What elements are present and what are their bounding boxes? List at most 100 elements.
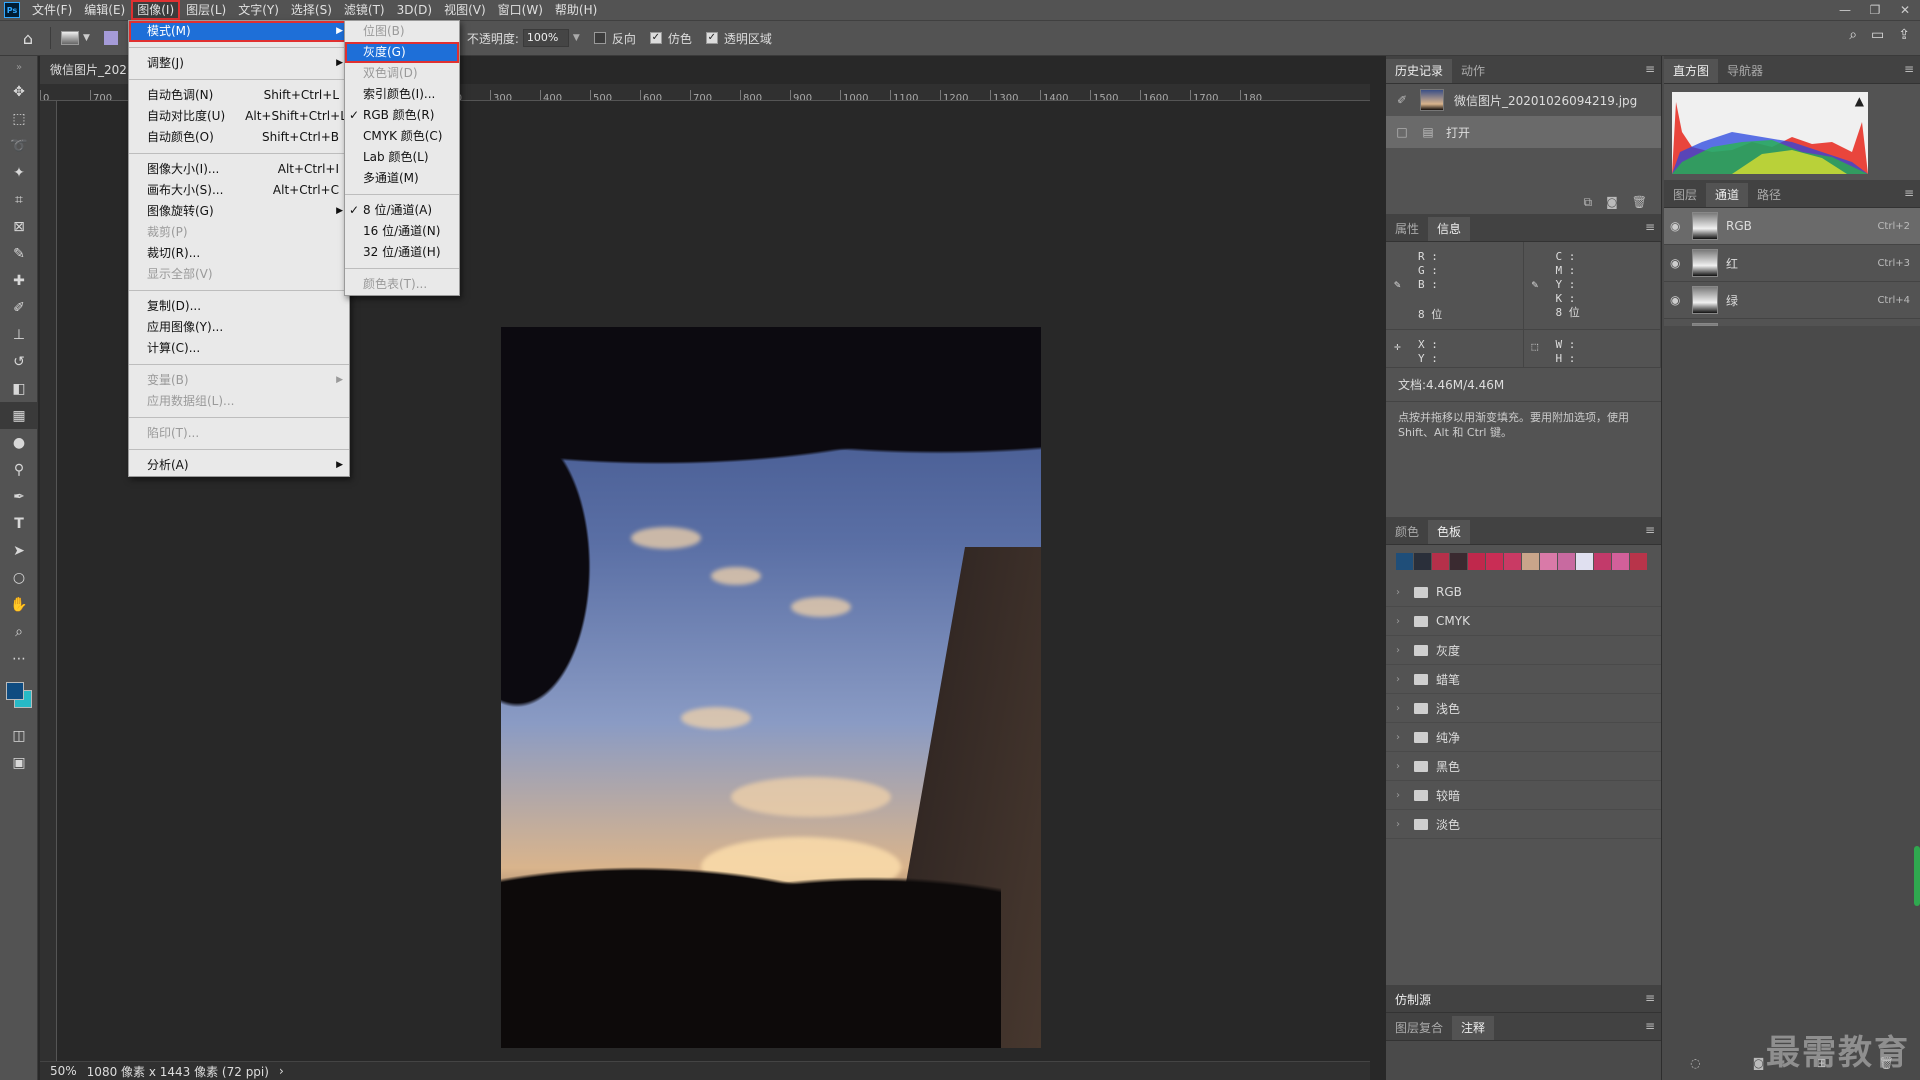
chevron-right-icon[interactable]: › — [279, 1064, 284, 1078]
menu-10[interactable]: 帮助(H) — [549, 0, 603, 20]
mode-menu-item[interactable]: 32 位/通道(H) — [345, 242, 459, 263]
tab-color[interactable]: 颜色 — [1386, 520, 1428, 544]
screen-mode-icon[interactable]: ▣ — [0, 749, 38, 776]
chevron-right-icon[interactable]: › — [1396, 703, 1406, 714]
share-icon[interactable]: ⇪ — [1898, 27, 1910, 43]
zoom-tool-icon[interactable]: ⌕ — [0, 618, 38, 645]
gradient-tool-icon[interactable]: ▦ — [0, 402, 38, 429]
eye-icon[interactable]: ◉ — [1670, 293, 1684, 307]
panel-menu-icon[interactable]: ≡ — [1645, 991, 1655, 1005]
panel-menu-icon[interactable]: ≡ — [1645, 1019, 1655, 1033]
swatch-group[interactable]: › 浅色 — [1386, 694, 1661, 723]
workspace-icon[interactable]: ▭ — [1871, 27, 1884, 43]
tab-swatches[interactable]: 色板 — [1428, 520, 1471, 544]
mode-menu-item[interactable]: ✓ RGB 颜色(R) — [345, 105, 459, 126]
collapse-icon[interactable]: » — [0, 56, 38, 78]
color-swatch[interactable] — [1432, 553, 1449, 570]
menu-4[interactable]: 文字(Y) — [232, 0, 285, 20]
chevron-right-icon[interactable]: › — [1396, 616, 1406, 627]
chevron-right-icon[interactable]: › — [1396, 732, 1406, 743]
trash-icon[interactable]: 🗑 — [1632, 195, 1647, 209]
minimize-icon[interactable]: — — [1830, 0, 1860, 20]
mode-menu-item[interactable]: CMYK 颜色(C) — [345, 126, 459, 147]
opacity-dropdown-icon[interactable]: ▼ — [573, 33, 580, 43]
image-menu-item[interactable]: 图像旋转(G) ▶ — [129, 201, 349, 222]
menu-8[interactable]: 视图(V) — [438, 0, 492, 20]
dither-checkbox[interactable]: ✓ 仿色 — [649, 30, 692, 47]
panel-menu-icon[interactable]: ≡ — [1904, 62, 1914, 76]
channel-row[interactable]: ◉ RGB Ctrl+2 — [1664, 208, 1920, 245]
image-menu-item[interactable]: 分析(A) ▶ — [129, 455, 349, 476]
foreground-color-swatch[interactable] — [6, 682, 24, 700]
more-tools-icon[interactable]: ⋯ — [0, 645, 38, 672]
zoom-level[interactable]: 50% — [50, 1064, 77, 1078]
pen-tool-icon[interactable]: ✒ — [0, 483, 38, 510]
image-menu-item[interactable]: 图像大小(I)... Alt+Ctrl+I — [129, 159, 349, 180]
mode-menu-item[interactable]: Lab 颜色(L) — [345, 147, 459, 168]
color-swatch[interactable] — [1486, 553, 1503, 570]
camera-icon[interactable]: ◙ — [1606, 195, 1618, 209]
eye-icon[interactable]: ◉ — [1670, 219, 1684, 233]
chevron-down-icon[interactable]: ▼ — [83, 33, 90, 43]
swatch-group[interactable]: › CMYK — [1386, 607, 1661, 636]
menu-0[interactable]: 文件(F) — [26, 0, 78, 20]
image-menu-item[interactable]: 自动色调(N) Shift+Ctrl+L — [129, 85, 349, 106]
image-menu-item[interactable]: 画布大小(S)... Alt+Ctrl+C — [129, 180, 349, 201]
menu-7[interactable]: 3D(D) — [391, 0, 438, 20]
tab-properties[interactable]: 属性 — [1386, 217, 1428, 241]
swatch-group[interactable]: › 灰度 — [1386, 636, 1661, 665]
image-menu-item[interactable]: 自动颜色(O) Shift+Ctrl+B — [129, 127, 349, 148]
brush-tool-icon[interactable]: ✐ — [0, 294, 38, 321]
tab-layers[interactable]: 图层 — [1664, 183, 1706, 207]
history-source-icon[interactable]: □ — [1394, 124, 1410, 140]
mode-menu-item[interactable]: 索引颜色(I)... — [345, 84, 459, 105]
image-menu-item[interactable]: 自动对比度(U) Alt+Shift+Ctrl+L — [129, 106, 349, 127]
tab-info[interactable]: 信息 — [1428, 217, 1471, 241]
tab-clone-source[interactable]: 仿制源 — [1386, 988, 1441, 1012]
swatch-group[interactable]: › RGB — [1386, 578, 1661, 607]
menu-6[interactable]: 滤镜(T) — [338, 0, 391, 20]
move-tool-icon[interactable]: ✥ — [0, 78, 38, 105]
type-tool-icon[interactable]: T — [0, 510, 38, 537]
channel-row[interactable]: ◉ 绿 Ctrl+4 — [1664, 282, 1920, 319]
tab-notes[interactable]: 注释 — [1452, 1016, 1495, 1040]
chevron-right-icon[interactable]: › — [1396, 674, 1406, 685]
new-document-icon[interactable]: ⧉ — [1584, 195, 1593, 210]
history-brush-tool-icon[interactable]: ↺ — [0, 348, 38, 375]
color-swatch[interactable] — [1414, 553, 1431, 570]
chevron-right-icon[interactable]: › — [1396, 587, 1406, 598]
menu-2[interactable]: 图像(I) — [131, 0, 181, 20]
color-swatch[interactable] — [1630, 553, 1647, 570]
color-swatch[interactable] — [1450, 553, 1467, 570]
color-swatch[interactable] — [1612, 553, 1629, 570]
tab-histogram[interactable]: 直方图 — [1664, 59, 1719, 83]
dodge-tool-icon[interactable]: ⚲ — [0, 456, 38, 483]
tab-paths[interactable]: 路径 — [1748, 183, 1790, 207]
eyedropper-tool-icon[interactable]: ✎ — [0, 240, 38, 267]
hand-tool-icon[interactable]: ✋ — [0, 591, 38, 618]
mode-menu-item[interactable]: 灰度(G) — [345, 42, 459, 63]
image-menu-item[interactable]: 模式(M) ▶ — [129, 21, 349, 42]
scrollbar-thumb[interactable] — [1914, 846, 1920, 906]
quick-mask-icon[interactable]: ◫ — [0, 722, 38, 749]
gradient-swatch[interactable] — [103, 31, 118, 45]
close-icon[interactable]: ✕ — [1890, 0, 1920, 20]
color-swatch[interactable] — [1540, 553, 1557, 570]
reverse-checkbox[interactable]: 反向 — [593, 30, 636, 47]
save-selection-icon[interactable]: ◙ — [1753, 1056, 1765, 1080]
chevron-right-icon[interactable]: › — [1396, 819, 1406, 830]
mode-menu-item[interactable]: ✓ 8 位/通道(A) — [345, 200, 459, 221]
clone-stamp-tool-icon[interactable]: ⊥ — [0, 321, 38, 348]
image-menu-item[interactable]: 裁切(R)... — [129, 243, 349, 264]
menu-5[interactable]: 选择(S) — [285, 0, 338, 20]
eye-icon[interactable]: ◉ — [1670, 256, 1684, 270]
menu-3[interactable]: 图层(L) — [180, 0, 232, 20]
history-state[interactable]: □ ▤ 打开 — [1386, 116, 1661, 148]
eraser-tool-icon[interactable]: ◧ — [0, 375, 38, 402]
image-menu-item[interactable]: 计算(C)... — [129, 338, 349, 359]
lasso-tool-icon[interactable]: ➰ — [0, 132, 38, 159]
chevron-right-icon[interactable]: › — [1396, 790, 1406, 801]
menu-9[interactable]: 窗口(W) — [492, 0, 549, 20]
home-icon[interactable]: ⌂ — [16, 26, 40, 50]
tab-layer-comps[interactable]: 图层复合 — [1386, 1016, 1452, 1040]
